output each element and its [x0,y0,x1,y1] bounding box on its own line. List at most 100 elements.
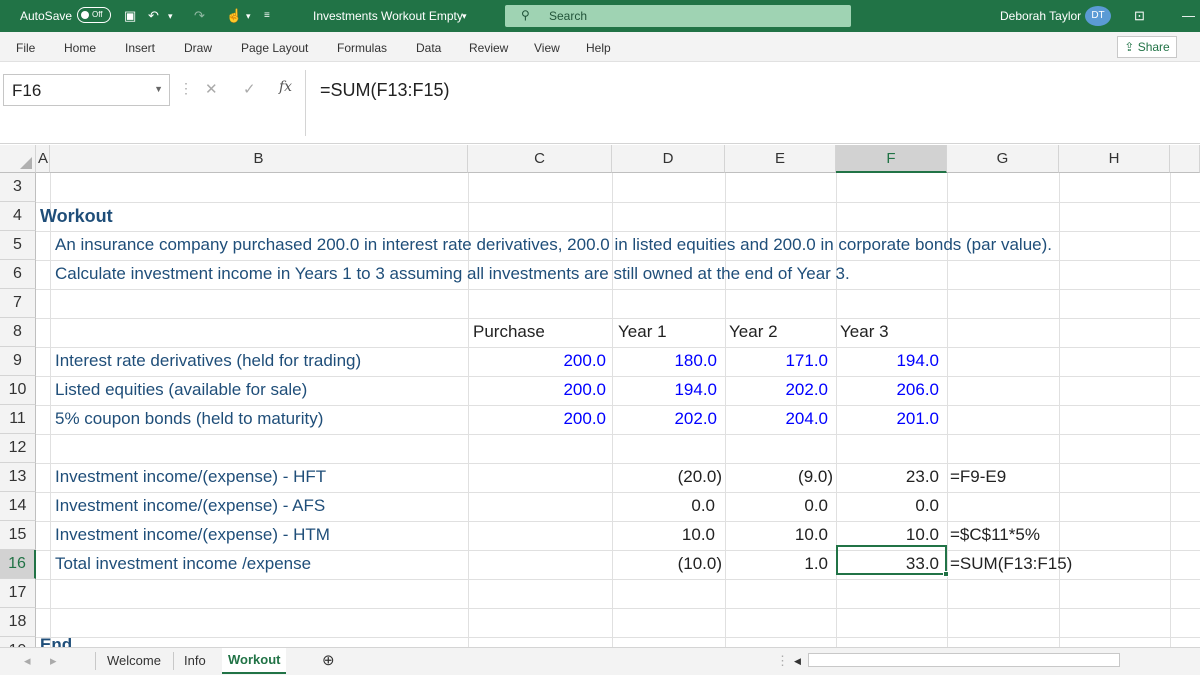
document-title[interactable]: Investments Workout Empty [313,9,463,23]
tab-formulas[interactable]: Formulas [337,41,387,55]
tab-page-layout[interactable]: Page Layout [241,41,308,55]
income-label[interactable]: Investment income/(expense) - HFT [55,463,326,492]
tab-data[interactable]: Data [416,41,441,55]
autosave-toggle[interactable]: Off [77,7,111,23]
table-cell[interactable]: 202.0 [725,376,828,405]
insert-function-icon[interactable]: fx [279,79,292,95]
table-cell[interactable]: 200.0 [468,347,606,376]
table-cell[interactable]: 23.0 [836,463,939,492]
table-cell[interactable]: 200.0 [468,405,606,434]
column-header-h[interactable]: H [1059,145,1170,173]
row-header-4[interactable]: 4 [0,202,36,231]
tab-file[interactable]: File [16,41,35,55]
sheet-tab-welcome[interactable]: Welcome [107,653,161,668]
column-header-f[interactable]: F [836,145,947,173]
row-header-9[interactable]: 9 [0,347,36,376]
name-box[interactable]: F16 ▼ [3,74,170,106]
column-header-b[interactable]: B [50,145,468,173]
tab-home[interactable]: Home [64,41,96,55]
sheet-title[interactable]: Workout [40,202,113,231]
row-header-15[interactable]: 15 [0,521,36,550]
worksheet-grid[interactable]: A B C D E F G H 3 4 5 6 7 8 9 10 11 12 1… [0,145,1200,647]
formula-note[interactable]: =SUM(F13:F15) [950,550,1072,579]
income-label[interactable]: Investment income/(expense) - AFS [55,492,325,521]
formula-note[interactable]: =F9-E9 [950,463,1006,492]
tab-review[interactable]: Review [469,41,508,55]
table-cell[interactable]: 0.0 [612,492,715,521]
avatar[interactable]: DT [1085,6,1111,26]
header-year-1[interactable]: Year 1 [618,318,667,347]
horizontal-scrollbar[interactable] [808,653,1120,667]
row-header-17[interactable]: 17 [0,579,36,608]
table-cell[interactable]: 180.0 [612,347,717,376]
asset-label[interactable]: Listed equities (available for sale) [55,376,307,405]
row-header-6[interactable]: 6 [0,260,36,289]
table-cell[interactable]: 1.0 [725,550,828,579]
table-cell[interactable]: 10.0 [612,521,715,550]
asset-label[interactable]: Interest rate derivatives (held for trad… [55,347,361,376]
add-sheet-icon[interactable]: ⊕ [322,651,335,669]
row-header-18[interactable]: 18 [0,608,36,637]
column-header-e[interactable]: E [725,145,836,173]
column-header-d[interactable]: D [612,145,725,173]
row-header-13[interactable]: 13 [0,463,36,492]
enter-icon[interactable]: ✓ [243,80,256,98]
search-box[interactable]: ⚲ Search [505,5,851,27]
header-year-3[interactable]: Year 3 [840,318,889,347]
save-icon[interactable]: ▣ [124,8,136,24]
row-header-3[interactable]: 3 [0,173,36,202]
scroll-left-icon[interactable]: ◀ [794,656,801,667]
title-dropdown-icon[interactable]: ▾ [462,11,467,22]
row-header-10[interactable]: 10 [0,376,36,405]
table-cell[interactable]: 194.0 [612,376,717,405]
table-cell[interactable]: (20.0) [612,463,722,492]
sheet-tab-workout[interactable]: Workout [222,648,287,674]
table-cell[interactable]: 10.0 [725,521,828,550]
income-label[interactable]: Total investment income /expense [55,550,311,579]
row-header-12[interactable]: 12 [0,434,36,463]
table-cell[interactable]: 202.0 [612,405,717,434]
end-label[interactable]: End [40,631,72,647]
row-header-7[interactable]: 7 [0,289,36,318]
row-header-19[interactable]: 19 [0,637,36,647]
table-cell[interactable]: (9.0) [725,463,833,492]
table-cell[interactable]: 206.0 [836,376,939,405]
column-header-g[interactable]: G [947,145,1059,173]
scroll-right-icon[interactable]: ▸ [50,653,57,669]
table-cell[interactable]: 194.0 [836,347,939,376]
tab-draw[interactable]: Draw [184,41,212,55]
column-header-c[interactable]: C [468,145,612,173]
touch-dropdown-icon[interactable]: ▾ [246,11,251,22]
active-cell[interactable] [836,545,949,577]
table-cell[interactable]: 204.0 [725,405,828,434]
share-button[interactable]: ⇪ Share [1117,36,1177,58]
income-label[interactable]: Investment income/(expense) - HTM [55,521,330,550]
customize-toolbar-icon[interactable]: ≡ [264,10,270,21]
chevron-down-icon[interactable]: ▼ [154,84,163,94]
touch-mode-icon[interactable]: ☝ [226,8,242,24]
tab-help[interactable]: Help [586,41,611,55]
formula-input[interactable]: =SUM(F13:F15) [305,70,1200,136]
undo-icon[interactable]: ↶ [148,8,159,24]
cancel-icon[interactable]: ✕ [205,80,218,98]
row-header-14[interactable]: 14 [0,492,36,521]
description-line-2[interactable]: Calculate investment income in Years 1 t… [55,260,850,289]
table-cell[interactable]: 171.0 [725,347,828,376]
undo-dropdown-icon[interactable]: ▾ [168,11,173,22]
table-cell[interactable]: 0.0 [836,492,939,521]
row-header-16[interactable]: 16 [0,550,36,579]
tab-view[interactable]: View [534,41,560,55]
column-header-a[interactable]: A [36,145,50,173]
asset-label[interactable]: 5% coupon bonds (held to maturity) [55,405,323,434]
select-all-corner[interactable] [0,145,36,173]
formula-note[interactable]: =$C$11*5% [950,521,1040,550]
tab-insert[interactable]: Insert [125,41,155,55]
user-name[interactable]: Deborah Taylor [1000,9,1081,23]
header-purchase[interactable]: Purchase [473,318,545,347]
row-header-5[interactable]: 5 [0,231,36,260]
column-header-i[interactable] [1170,145,1200,173]
table-cell[interactable]: 201.0 [836,405,939,434]
fill-handle[interactable] [943,571,949,577]
table-cell[interactable]: 0.0 [725,492,828,521]
scroll-left-icon[interactable]: ◂ [24,653,31,669]
